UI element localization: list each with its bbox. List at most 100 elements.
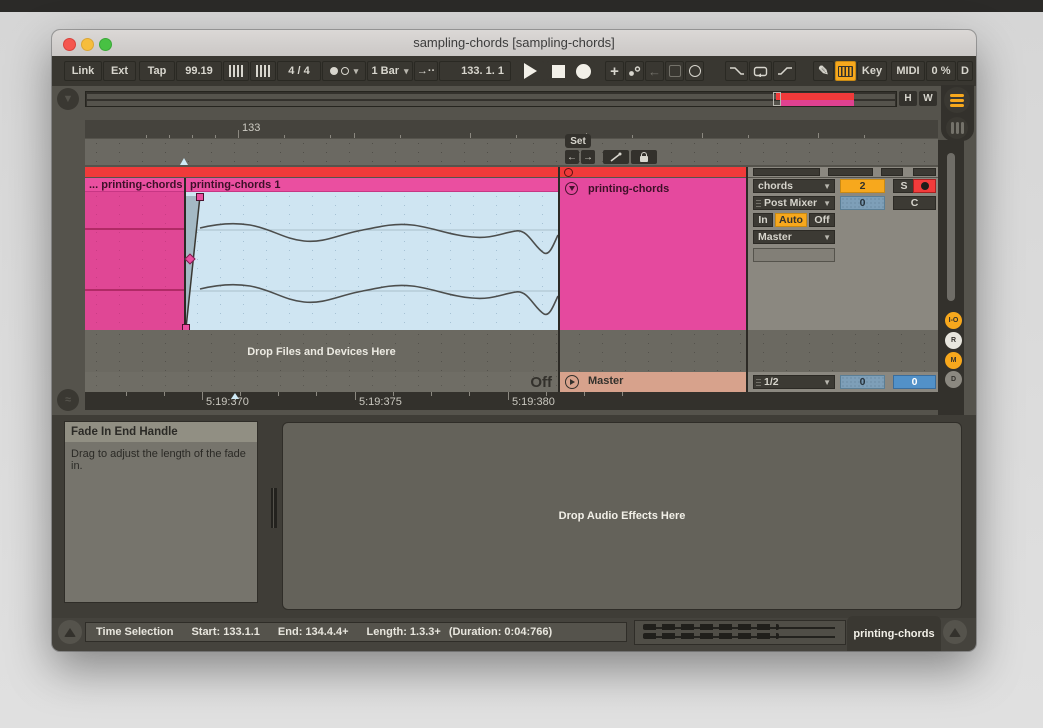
overview-view-box[interactable] <box>773 92 781 106</box>
time-signature-field[interactable]: 4 / 4 <box>277 61 321 81</box>
arrangement-overview[interactable] <box>85 91 897 107</box>
pan-center-indicator[interactable]: C <box>893 196 936 210</box>
lock-envelopes-button[interactable] <box>631 150 657 164</box>
beat-time-ruler[interactable]: 133 <box>85 120 938 138</box>
time-tick <box>202 392 203 400</box>
monitor-in-button[interactable]: In <box>753 213 773 227</box>
master-volume-slider[interactable]: 0 <box>893 375 936 389</box>
audio-to-menu[interactable]: Master▼ <box>753 230 835 244</box>
triangle-up-icon <box>64 628 76 637</box>
solo-button[interactable]: S <box>893 179 915 193</box>
session-record-button[interactable] <box>665 61 684 81</box>
tap-tempo-button[interactable]: Tap <box>139 61 175 81</box>
back-to-arrangement-button[interactable]: ← <box>645 61 664 81</box>
chevron-down-icon: ▼ <box>823 182 831 191</box>
track-header-printing-chords[interactable]: printing-chords <box>560 178 746 330</box>
play-button[interactable] <box>516 61 544 81</box>
master-fold-button[interactable] <box>565 375 579 389</box>
info-view-title: Fade In End Handle <box>65 422 257 442</box>
grip-icon <box>756 378 761 386</box>
computer-midi-keyboard-button[interactable] <box>835 61 856 81</box>
master-track-lane[interactable]: Off <box>85 372 558 392</box>
nudge-up-button[interactable] <box>250 61 276 81</box>
nudge-bars-icon <box>229 65 244 77</box>
draw-automation-button[interactable] <box>603 150 629 164</box>
device-view-resize-grip[interactable] <box>271 488 277 528</box>
info-view: Fade In End Handle Drag to adjust the le… <box>64 421 258 603</box>
monitor-off-button[interactable]: Off <box>809 213 835 227</box>
io-section-toggle[interactable]: I-O <box>945 312 962 329</box>
record-icon <box>576 64 591 79</box>
track-fold-button[interactable] <box>565 182 578 195</box>
delay-section-toggle[interactable]: D <box>945 371 962 388</box>
punch-out-icon <box>777 66 793 76</box>
time-ruler[interactable]: 5:19:370 5:19:375 5:19:380 <box>85 392 938 410</box>
mixer-section-toggle[interactable]: M <box>945 352 962 369</box>
browser-toggle-button[interactable]: ▼ <box>57 88 79 110</box>
selected-clip-tab[interactable]: printing-chords <box>847 616 941 651</box>
optimize-width-button[interactable]: W <box>919 91 937 106</box>
metronome-button[interactable] <box>322 61 366 81</box>
punch-in-button[interactable] <box>725 61 748 81</box>
scrub-area[interactable] <box>85 138 938 165</box>
tempo-field[interactable]: 99.19 <box>176 61 222 81</box>
returns-section-toggle[interactable]: R <box>945 332 962 349</box>
stop-button[interactable] <box>547 61 569 81</box>
clip-title-previous[interactable]: ... printing-chords 1 <box>85 178 184 192</box>
track-mixer-section: chords▼ 2 S Post Mixer▼ 0 C In Auto Off … <box>748 178 938 330</box>
clip-body-previous[interactable] <box>85 192 184 330</box>
info-view-toggle-button[interactable] <box>58 620 82 644</box>
fade-in-end-handle[interactable] <box>196 193 204 201</box>
punch-out-button[interactable] <box>773 61 796 81</box>
chevron-down-icon: ▼ <box>823 199 831 208</box>
vertical-scrollbar[interactable] <box>947 153 955 301</box>
track-activator-button[interactable]: 2 <box>840 179 885 193</box>
track-pan-knob[interactable]: 0 <box>840 196 885 210</box>
clip-body-selected[interactable] <box>186 192 558 330</box>
midi-map-button[interactable]: MIDI <box>891 61 925 81</box>
record-button[interactable] <box>571 61 595 81</box>
clip-title-selected[interactable]: printing-chords 1 <box>186 178 558 192</box>
device-chain-drop-zone[interactable]: Drop Audio Effects Here <box>282 422 962 610</box>
selection-start-label: Start: 133.1.1 <box>191 626 259 638</box>
loop-button[interactable] <box>749 61 772 81</box>
nudge-right-button[interactable]: → <box>581 150 595 164</box>
audio-from-menu[interactable]: chords▼ <box>753 179 835 193</box>
nudge-left-button[interactable]: ← <box>565 150 579 164</box>
draw-mode-button[interactable]: ✎ <box>813 61 834 81</box>
arrangement-position-field[interactable]: 133. 1. 1 <box>439 61 511 81</box>
add-tracks-button[interactable]: + <box>605 61 624 81</box>
automation-off-label[interactable]: Off <box>530 374 552 391</box>
key-map-button[interactable]: Key <box>857 61 887 81</box>
monitor-auto-button[interactable]: Auto <box>775 213 807 227</box>
arm-record-button[interactable] <box>913 179 936 193</box>
post-mixer-menu[interactable]: Post Mixer▼ <box>753 196 835 210</box>
nudge-down-button[interactable] <box>223 61 249 81</box>
track-drop-zone[interactable]: Drop Files and Devices Here <box>85 330 938 372</box>
groove-pool-toggle-button[interactable]: ≈ <box>57 389 79 411</box>
quantization-menu[interactable]: 1 Bar <box>367 61 413 81</box>
session-view-button[interactable] <box>946 117 968 139</box>
master-track-header[interactable]: Master <box>560 372 746 392</box>
titlebar[interactable]: sampling-chords [sampling-chords] <box>52 30 976 57</box>
set-button[interactable]: Set <box>565 134 591 148</box>
clip-start-marker[interactable] <box>180 158 188 165</box>
cue-out-menu[interactable]: 1/2▼ <box>753 375 835 389</box>
red-track-clip-strip[interactable] <box>85 167 610 177</box>
capture-midi-button[interactable] <box>685 61 704 81</box>
link-button[interactable]: Link <box>64 61 102 81</box>
detail-view-toggle-button[interactable] <box>943 620 967 644</box>
automation-arm-button[interactable] <box>625 61 644 81</box>
arrangement-view-button[interactable] <box>944 87 970 113</box>
stop-icon <box>552 65 565 78</box>
red-track-header-strip[interactable] <box>560 167 746 177</box>
follow-button[interactable]: →·· <box>414 61 438 81</box>
ext-button[interactable]: Ext <box>103 61 136 81</box>
master-pan-knob[interactable]: 0 <box>840 375 885 389</box>
track-name-label[interactable]: printing-chords <box>588 183 669 195</box>
track-delay-field[interactable] <box>753 248 835 262</box>
optimize-height-button[interactable]: H <box>899 91 917 106</box>
nudge-bars-icon <box>256 65 271 77</box>
clip-overview[interactable] <box>634 620 846 645</box>
master-name-label[interactable]: Master <box>588 375 623 387</box>
